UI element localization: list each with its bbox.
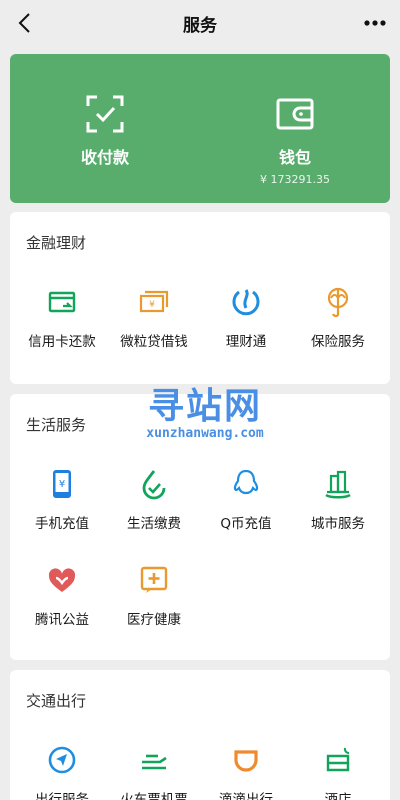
item-label: 保险服务 [311,334,365,350]
travel-service-button[interactable]: 出行服务 [16,726,108,800]
utility-bill-button[interactable]: 生活缴费 [108,450,200,546]
insurance-button[interactable]: 保险服务 [292,268,384,364]
tencent-charity-button[interactable]: 腾讯公益 [16,546,108,642]
item-label: 城市服务 [311,516,365,532]
item-label: 医疗健康 [127,612,181,628]
back-arrow-icon[interactable] [14,11,36,35]
item-label: 理财通 [225,334,267,350]
credit-card-repay-button[interactable]: 信用卡还款 [16,268,108,364]
wallet-icon [276,98,314,130]
licaitong-button[interactable]: 理财通 [200,268,292,364]
medical-icon [140,566,168,593]
travel-service-icon [48,746,76,774]
train-flight-ticket-button[interactable]: 火车票机票 [108,726,200,800]
wallet-button[interactable]: 钱包 ¥ 173291.35 [200,54,390,203]
didi-button[interactable]: 滴滴出行 [200,726,292,800]
nav-bar: 服务 [0,0,400,46]
item-label: 生活缴费 [127,516,181,532]
finance-section: 金融理财 信用卡还款 ¥ 微粒贷借钱 理财通 保险服务 [10,212,390,384]
train-ticket-icon [142,754,167,770]
section-title-travel: 交通出行 [26,692,87,710]
item-label: 火车票机票 [120,792,188,800]
item-label: 手机充值 [35,516,89,532]
hotel-icon [326,747,350,772]
phone-topup-button[interactable]: ¥ 手机充值 [16,450,108,546]
qq-coin-icon [233,469,259,495]
insurance-icon [327,287,349,318]
item-label: 出行服务 [35,792,89,800]
didi-icon [234,750,258,772]
wealth-icon [232,289,260,316]
utility-bill-icon [142,470,166,500]
travel-section: 交通出行 出行服务 火车票机票 滴滴出行 酒店 [10,670,390,800]
hotel-button[interactable]: 酒店 [292,726,384,800]
scan-pay-icon [86,95,124,133]
pay-receive-button[interactable]: 收付款 [10,54,200,203]
item-label: 信用卡还款 [28,334,96,350]
section-title-life: 生活服务 [26,416,87,434]
wallet-label: 钱包 [278,148,311,167]
section-title-finance: 金融理财 [26,234,87,252]
item-label: 微粒贷借钱 [120,334,188,350]
wallet-panel: 收付款 钱包 ¥ 173291.35 [10,54,390,203]
loan-icon: ¥ [139,290,169,313]
city-service-button[interactable]: 城市服务 [292,450,384,546]
city-service-icon [325,470,351,499]
weilidai-loan-button[interactable]: ¥ 微粒贷借钱 [108,268,200,364]
more-options-icon[interactable] [362,13,388,33]
svg-text:¥: ¥ [149,300,155,310]
item-label: Q币充值 [220,516,272,532]
credit-card-icon [48,291,76,313]
wallet-balance: ¥ 173291.35 [260,173,330,186]
life-services-section: 生活服务 ¥ 手机充值 生活缴费 Q币充值 城市服务 腾讯公益 医疗健康 [10,394,390,660]
item-label: 滴滴出行 [219,792,273,800]
page-title: 服务 [183,15,217,36]
pay-receive-label: 收付款 [80,148,129,167]
item-label: 酒店 [324,792,352,800]
phone-topup-icon: ¥ [53,470,71,498]
svg-text:¥: ¥ [59,479,65,490]
qq-coin-button[interactable]: Q币充值 [200,450,292,546]
charity-icon [48,568,76,592]
medical-health-button[interactable]: 医疗健康 [108,546,200,642]
item-label: 腾讯公益 [35,612,89,628]
